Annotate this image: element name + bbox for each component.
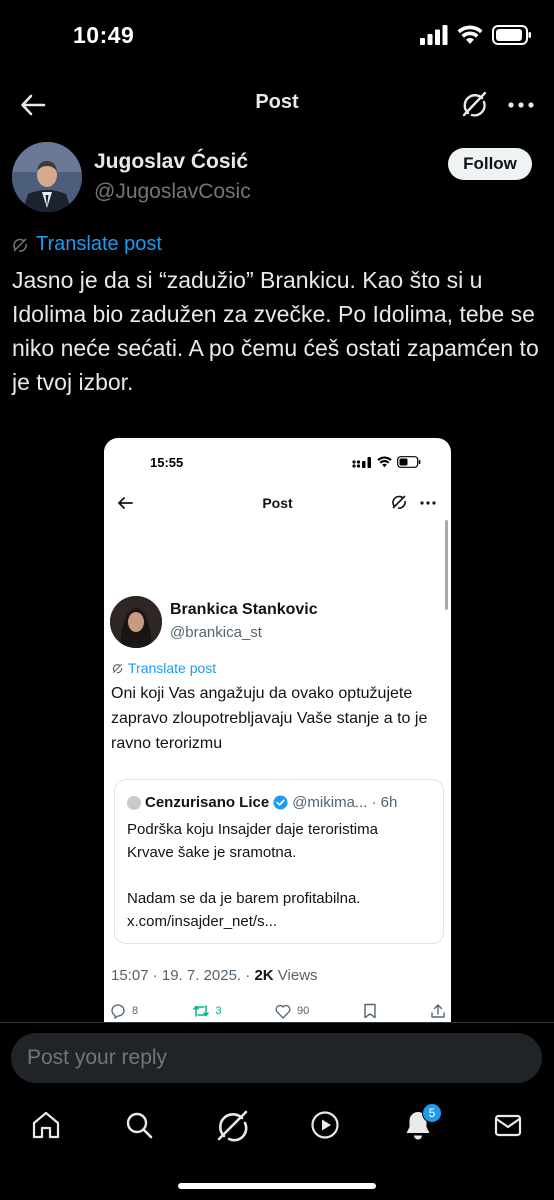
home-icon[interactable] [29, 1108, 63, 1142]
quoted-post-age: · 6h [371, 794, 398, 811]
heart-icon [275, 1004, 291, 1019]
embedded-author-handle: @brankica_st [170, 624, 262, 641]
more-options-icon[interactable] [506, 90, 536, 120]
repost-icon [192, 1005, 209, 1017]
embedded-share-action [430, 1003, 446, 1019]
embedded-views-label: Views [273, 967, 318, 984]
home-indicator[interactable] [178, 1183, 376, 1189]
grok-tab-icon[interactable] [215, 1108, 249, 1142]
embedded-like-action: 90 [275, 1004, 309, 1019]
embedded-reply-count: 8 [132, 1005, 139, 1017]
verified-badge-icon [273, 795, 288, 810]
video-play-icon[interactable] [308, 1108, 342, 1142]
embedded-scrollbar [445, 520, 448, 610]
embedded-like-count: 90 [297, 1005, 310, 1017]
reply-icon [111, 1004, 125, 1019]
quoted-post: Cenzurisano Lice @mikima... · 6h Podrška… [114, 779, 444, 944]
status-icons [420, 25, 532, 45]
embedded-post-timestamp: 15:07 · 19. 7. 2025. · [111, 967, 255, 984]
share-icon [431, 1004, 445, 1018]
embedded-reply-action: 8 [110, 1003, 138, 1019]
reply-input[interactable] [11, 1033, 542, 1083]
embedded-grok-icon [392, 495, 406, 509]
author-handle[interactable]: @JugoslavCosic [94, 180, 251, 204]
reply-bar [0, 1022, 554, 1094]
translate-post-link[interactable]: Translate post [12, 233, 162, 256]
quoted-post-text: Podrška koju Insajder daje teroristima K… [127, 818, 427, 933]
quoted-author-avatar [127, 795, 141, 810]
embedded-author-avatar-image [110, 596, 162, 648]
embedded-repost-action: 3 [192, 1003, 222, 1019]
embedded-author-name: Brankica Stankovic [170, 601, 318, 618]
embedded-action-bar: 8 3 90 [110, 1003, 446, 1019]
translate-label[interactable]: Translate post [36, 233, 162, 256]
embedded-translate-label: Translate post [128, 660, 217, 676]
quoted-author-name: Cenzurisano Lice [145, 794, 270, 811]
bookmark-icon [363, 1003, 376, 1019]
embedded-translate-link: Translate post [112, 660, 216, 676]
author-avatar-image [12, 142, 82, 212]
embedded-more-icon [420, 501, 436, 505]
embedded-author-avatar [110, 596, 162, 648]
embedded-bookmark-action [363, 1003, 377, 1019]
top-nav: Post [0, 76, 554, 134]
status-time: 10:49 [73, 22, 135, 48]
embedded-status-time: 15:55 [150, 455, 184, 470]
grok-icon[interactable] [460, 90, 488, 118]
battery-icon [492, 25, 531, 45]
embedded-grok-small-icon [112, 663, 123, 673]
author-name[interactable]: Jugoslav Ćosić [94, 150, 248, 174]
search-icon[interactable] [122, 1108, 156, 1142]
embedded-wifi-icon [377, 456, 392, 468]
embedded-repost-count: 3 [215, 1005, 222, 1017]
embedded-status-icons [352, 456, 421, 468]
quoted-post-text-line1: Podrška koju Insajder daje teroristima K… [127, 821, 378, 861]
notifications-badge: 5 [422, 1103, 442, 1123]
quoted-post-text-line2: Nadam se da je barem profitabilna. x.com… [127, 890, 361, 930]
grok-small-icon [13, 237, 27, 252]
author-avatar[interactable] [12, 142, 82, 212]
wifi-icon [457, 25, 483, 44]
quoted-post-header: Cenzurisano Lice @mikima... · 6h [127, 794, 397, 811]
quoted-author-handle: @mikima... [292, 794, 368, 811]
embedded-post-meta: 15:07 · 19. 7. 2025. · 2K Views [111, 967, 318, 984]
messages-envelope-icon[interactable] [491, 1108, 525, 1142]
embedded-battery-icon [397, 456, 421, 468]
post-text: Jasno je da si “zadužio” Brankicu. Kao š… [12, 267, 539, 395]
embedded-post-text: Oni koji Vas angažuju da ovako optužujet… [111, 685, 428, 752]
embedded-screenshot[interactable]: 15:55 Post Brankica Stankovic @brankica_… [104, 438, 451, 1028]
cellular-signal-icon [420, 25, 448, 45]
follow-button[interactable]: Follow [448, 148, 532, 180]
status-bar: 10:49 [0, 0, 554, 76]
embedded-views-count: 2K [254, 967, 274, 984]
embedded-cellular-icon [352, 457, 371, 468]
